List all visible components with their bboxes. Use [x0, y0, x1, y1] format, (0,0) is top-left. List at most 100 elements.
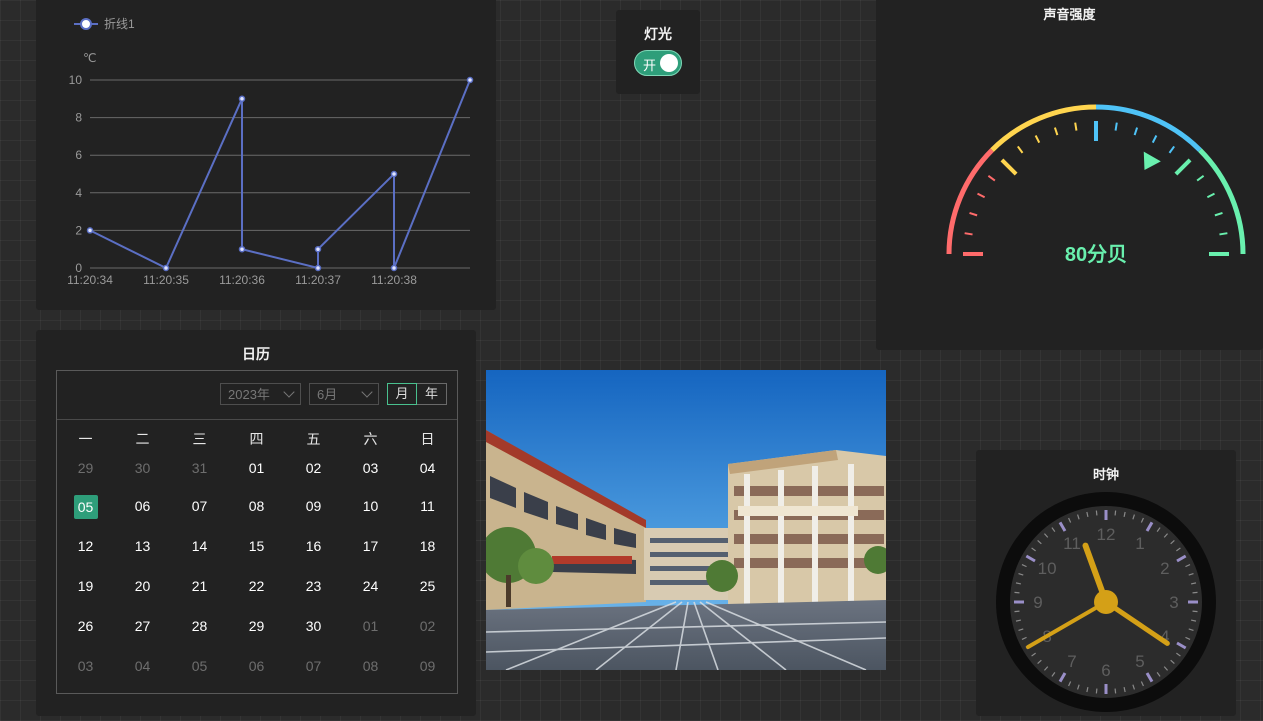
data-point[interactable]: [390, 170, 398, 178]
clock-minute-tick: [1095, 688, 1098, 694]
calendar-day[interactable]: 03: [342, 457, 399, 479]
calendar-day[interactable]: 09: [285, 495, 342, 517]
calendar-day-number: 20: [134, 578, 151, 594]
calendar-day[interactable]: 30: [114, 457, 171, 479]
data-point[interactable]: [314, 264, 322, 272]
calendar-day-number: 13: [134, 538, 151, 554]
calendar-header: 2023年 6月 月 年: [57, 371, 457, 420]
weekday-label: 五: [306, 431, 321, 447]
calendar-day[interactable]: 06: [114, 495, 171, 517]
calendar-day[interactable]: 15: [228, 535, 285, 557]
calendar-day[interactable]: 20: [114, 575, 171, 597]
gauge-arc-segment: [946, 148, 994, 255]
data-point[interactable]: [390, 264, 398, 272]
calendar-panel: 日历 2023年 6月 月 年 一 二 三 四 五 六 日 29 30 31 01 02…: [36, 330, 476, 716]
clock-number: 3: [1169, 593, 1178, 612]
calendar-day[interactable]: 29: [57, 457, 114, 479]
calendar-day-today[interactable]: 05: [57, 495, 114, 519]
calendar-day-number: 08: [248, 498, 265, 514]
calendar-day[interactable]: 13: [114, 535, 171, 557]
clock-minute-tick: [1192, 591, 1198, 594]
calendar-day[interactable]: 06: [228, 655, 285, 677]
calendar-day[interactable]: 29: [228, 615, 285, 637]
calendar-day-number: 04: [134, 658, 151, 674]
calendar-day[interactable]: 09: [399, 655, 456, 677]
gauge-minor-tick: [1219, 232, 1228, 236]
calendar-day-number: 24: [362, 578, 379, 594]
clock-panel: 时钟 121234567891011: [976, 450, 1236, 716]
gauge-minor-tick: [969, 211, 978, 217]
calendar-day-number: 07: [305, 658, 322, 674]
calendar-day-number: 26: [77, 618, 94, 634]
calendar-day[interactable]: 05: [171, 655, 228, 677]
chart-legend[interactable]: 折线1: [74, 16, 135, 31]
month-mode-button[interactable]: 月: [387, 383, 417, 405]
calendar-day-number: 05: [191, 658, 208, 674]
data-point[interactable]: [466, 76, 474, 84]
calendar-week-row: 12 13 14 15 16 17 18: [57, 535, 457, 557]
calendar-day-number: 03: [77, 658, 94, 674]
calendar-day[interactable]: 01: [228, 457, 285, 479]
clock-number: 1: [1135, 534, 1144, 553]
x-tick-label: 11:20:38: [371, 273, 417, 287]
calendar-day[interactable]: 16: [285, 535, 342, 557]
calendar-day[interactable]: 04: [114, 655, 171, 677]
calendar-day-number: 15: [248, 538, 265, 554]
calendar-day[interactable]: 01: [342, 615, 399, 637]
clock-number: 9: [1033, 593, 1042, 612]
calendar-day[interactable]: 10: [342, 495, 399, 517]
calendar-day[interactable]: 07: [171, 495, 228, 517]
calendar-day[interactable]: 28: [171, 615, 228, 637]
calendar-day[interactable]: 03: [57, 655, 114, 677]
calendar-day[interactable]: 27: [114, 615, 171, 637]
calendar-day[interactable]: 08: [342, 655, 399, 677]
calendar-day-number: 12: [77, 538, 94, 554]
data-point[interactable]: [162, 264, 170, 272]
calendar-day[interactable]: 04: [399, 457, 456, 479]
calendar-day[interactable]: 07: [285, 655, 342, 677]
calendar-day[interactable]: 30: [285, 615, 342, 637]
weekday-label: 二: [135, 431, 150, 447]
month-select[interactable]: 6月: [309, 383, 379, 405]
calendar-day[interactable]: 19: [57, 575, 114, 597]
calendar-week-row: 19 20 21 22 23 24 25: [57, 575, 457, 597]
calendar-day[interactable]: 17: [342, 535, 399, 557]
calendar-day[interactable]: 25: [399, 575, 456, 597]
data-point[interactable]: [238, 95, 246, 103]
year-mode-button[interactable]: 年: [417, 383, 447, 405]
calendar-day[interactable]: 22: [228, 575, 285, 597]
calendar-day[interactable]: 08: [228, 495, 285, 517]
light-panel: 灯光 开: [616, 10, 700, 94]
gauge-minor-tick: [1074, 122, 1078, 131]
calendar-day[interactable]: 21: [171, 575, 228, 597]
calendar-day-number: 02: [419, 618, 436, 634]
calendar-day[interactable]: 14: [171, 535, 228, 557]
toggle-label: 开: [643, 58, 657, 73]
data-point[interactable]: [314, 245, 322, 253]
weekday-header: 一 二 三 四 五 六 日: [57, 429, 457, 449]
year-select[interactable]: 2023年: [220, 383, 301, 405]
calendar-day-number: 07: [191, 498, 208, 514]
calendar-day[interactable]: 26: [57, 615, 114, 637]
clock-number: 5: [1135, 652, 1144, 671]
calendar-day-number: 27: [134, 618, 151, 634]
gauge-minor-tick: [1151, 135, 1158, 144]
calendar-day[interactable]: 23: [285, 575, 342, 597]
data-point[interactable]: [238, 245, 246, 253]
clock-minute-tick: [1014, 610, 1020, 613]
calendar-day[interactable]: 31: [171, 457, 228, 479]
calendar-day[interactable]: 12: [57, 535, 114, 557]
data-point[interactable]: [86, 227, 94, 234]
calendar-day-number: 22: [248, 578, 265, 594]
calendar-day[interactable]: 18: [399, 535, 456, 557]
month-select-value: 6月: [317, 387, 338, 402]
calendar-day-number: 14: [191, 538, 208, 554]
calendar-day[interactable]: 02: [399, 615, 456, 637]
calendar-day[interactable]: 24: [342, 575, 399, 597]
calendar-day-number: 23: [305, 578, 322, 594]
calendar-week-row: 26 27 28 29 30 01 02: [57, 615, 457, 637]
gauge-value-text: 80分贝: [1065, 243, 1127, 266]
light-toggle[interactable]: 开: [634, 50, 682, 76]
calendar-day[interactable]: 11: [399, 495, 456, 517]
calendar-day[interactable]: 02: [285, 457, 342, 479]
